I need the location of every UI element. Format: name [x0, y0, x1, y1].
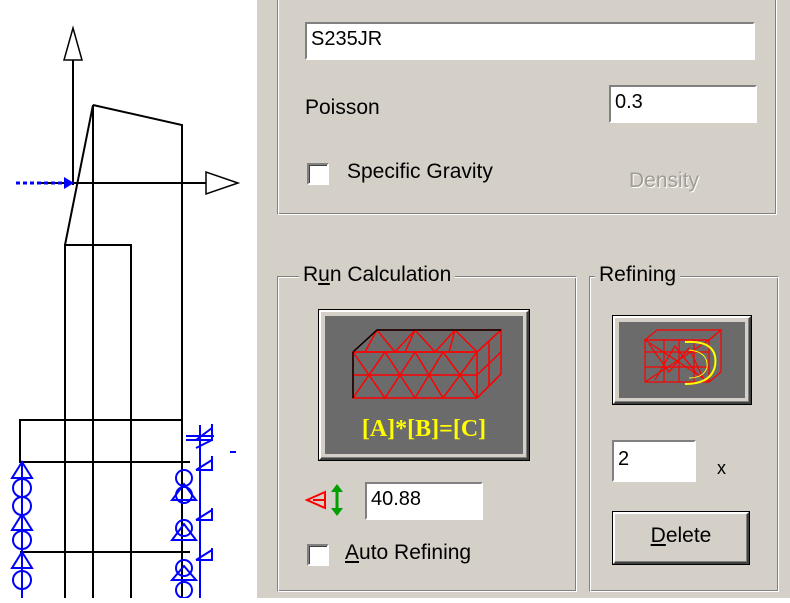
run-calculation-button[interactable]: [A]*[B]=[C] — [318, 309, 530, 461]
density-label: Density — [629, 169, 700, 192]
support-symbol-icon — [10, 460, 34, 598]
structure-outline — [19, 104, 190, 598]
refining-legend: Refining — [595, 263, 681, 287]
formula-text: [A]*[B]=[C] — [362, 416, 486, 442]
origin-marker-icon — [16, 177, 74, 189]
mesh-size-field[interactable]: 40.88 — [365, 482, 483, 520]
structure-drawing-canvas[interactable] — [0, 0, 255, 599]
auto-refining-label[interactable]: Auto Refining — [345, 541, 471, 565]
poisson-label: Poisson — [305, 96, 380, 119]
mesh-size-icon — [304, 484, 349, 521]
refine-mesh-icon — [619, 322, 745, 398]
run-calculation-legend: Run Calculation — [299, 263, 456, 287]
mesh-calc-icon: [A]*[B]=[C] — [325, 316, 523, 454]
structure-drawing — [10, 25, 241, 599]
auto-refining-checkbox[interactable] — [307, 544, 329, 566]
properties-panel: S235JR Poisson 0.3 Specific Gravity Dens… — [255, 0, 790, 598]
specific-gravity-label[interactable]: Specific Gravity — [347, 160, 493, 184]
specific-gravity-checkbox[interactable] — [307, 163, 329, 185]
material-name-field[interactable]: S235JR — [305, 22, 755, 60]
delete-button[interactable]: Delete — [612, 511, 750, 565]
refine-factor-field[interactable]: 2 — [612, 440, 696, 482]
refine-mesh-button[interactable] — [612, 315, 752, 405]
delete-button-label: Delete — [650, 524, 712, 547]
refine-factor-suffix: x — [717, 458, 726, 478]
axis-y-arrow-icon — [63, 25, 83, 185]
poisson-field[interactable]: 0.3 — [609, 85, 757, 123]
